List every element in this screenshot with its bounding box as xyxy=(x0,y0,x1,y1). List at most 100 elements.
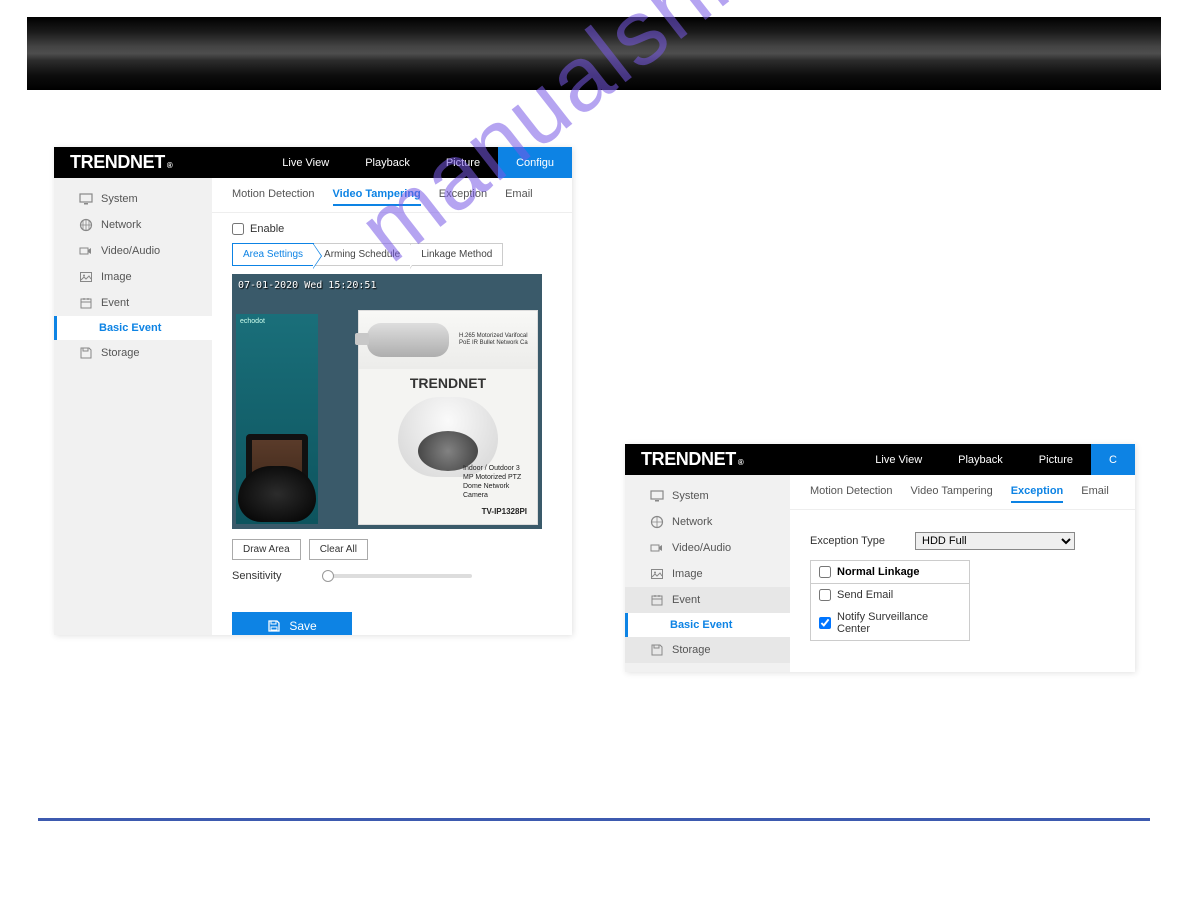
calendar-icon xyxy=(79,296,93,310)
sidebar-item-storage[interactable]: Storage xyxy=(625,637,790,663)
prop-teal-label: echodot xyxy=(236,314,318,329)
tab-motion-detection[interactable]: Motion Detection xyxy=(232,188,315,206)
sensitivity-slider[interactable] xyxy=(322,574,472,578)
draw-area-button[interactable]: Draw Area xyxy=(232,539,301,560)
screenshot-video-tampering: TRENDNET ® Live View Playback Picture Co… xyxy=(54,147,572,635)
seg-arming-schedule[interactable]: Arming Schedule xyxy=(313,243,411,266)
linkage-header-row[interactable]: Normal Linkage xyxy=(811,561,969,584)
save-label: Save xyxy=(289,619,316,633)
sidebar-item-event[interactable]: Event xyxy=(625,587,790,613)
sidebar-item-network[interactable]: Network xyxy=(54,212,212,238)
linkage-row-send-email[interactable]: Send Email xyxy=(811,584,969,606)
image-icon xyxy=(79,270,93,284)
prop-box-model: TV-IP1328PI xyxy=(482,507,527,516)
calendar-icon xyxy=(650,593,664,607)
sidebar-label: Event xyxy=(672,594,700,606)
seg-area-settings[interactable]: Area Settings xyxy=(232,243,314,266)
tab-motion-detection[interactable]: Motion Detection xyxy=(810,485,893,503)
sidebar-item-network[interactable]: Network xyxy=(625,509,790,535)
nav-configuration[interactable]: Configu xyxy=(498,147,572,178)
nav-playback[interactable]: Playback xyxy=(347,147,428,178)
sidebar: System Network Video/Audio Image Event B… xyxy=(625,475,790,672)
page-header-gradient xyxy=(27,17,1161,90)
enable-checkbox-row[interactable]: Enable xyxy=(232,223,552,235)
nav-playback[interactable]: Playback xyxy=(940,444,1021,475)
sidebar-label: Network xyxy=(101,219,141,231)
main-content: Motion Detection Video Tampering Excepti… xyxy=(790,475,1135,672)
sidebar-item-basic-event[interactable]: Basic Event xyxy=(54,316,212,340)
sidebar-label: Video/Audio xyxy=(101,245,160,257)
save-button[interactable]: Save xyxy=(232,612,352,635)
brand-text: TRENDNET xyxy=(70,152,165,173)
sidebar-label: System xyxy=(672,490,709,502)
exception-type-label: Exception Type xyxy=(810,535,885,547)
clear-all-button[interactable]: Clear All xyxy=(309,539,368,560)
exception-type-select[interactable]: HDD Full xyxy=(915,532,1075,550)
prop-teal-box: echodot xyxy=(236,314,318,524)
top-nav: Live View Playback Picture C xyxy=(857,444,1135,475)
prop-box-brand: TRENDNET xyxy=(359,369,537,393)
sidebar-item-video-audio[interactable]: Video/Audio xyxy=(625,535,790,561)
sidebar-item-event[interactable]: Event xyxy=(54,290,212,316)
tab-email[interactable]: Email xyxy=(1081,485,1109,503)
prop-black-device xyxy=(238,466,316,522)
notify-surveillance-checkbox[interactable] xyxy=(819,617,831,629)
save-icon xyxy=(650,643,664,657)
segment-tabs: Area Settings Arming Schedule Linkage Me… xyxy=(232,243,552,266)
tab-email[interactable]: Email xyxy=(505,188,533,206)
prop-bullet-cam xyxy=(367,323,449,357)
sidebar-item-video-audio[interactable]: Video/Audio xyxy=(54,238,212,264)
video-preview[interactable]: 07-01-2020 Wed 15:20:51 echodot H.265 Mo… xyxy=(232,274,542,529)
tab-exception[interactable]: Exception xyxy=(1011,485,1064,503)
save-disk-icon xyxy=(267,619,281,633)
prop-box-desc: Indoor / Outdoor 3 MP Motorized PTZ Dome… xyxy=(455,464,531,500)
monitor-icon xyxy=(79,192,93,206)
sidebar-item-image[interactable]: Image xyxy=(54,264,212,290)
sensitivity-slider-thumb[interactable] xyxy=(322,570,334,582)
screenshot-exception: TRENDNET ® Live View Playback Picture C … xyxy=(625,444,1135,672)
linkage-table: Normal Linkage Send Email Notify Surveil… xyxy=(810,560,970,641)
enable-checkbox[interactable] xyxy=(232,223,244,235)
send-email-checkbox[interactable] xyxy=(819,589,831,601)
notify-surveillance-label: Notify Surveillance Center xyxy=(837,611,961,635)
sidebar-item-image[interactable]: Image xyxy=(625,561,790,587)
tab-exception[interactable]: Exception xyxy=(439,188,487,206)
nav-configuration[interactable]: C xyxy=(1091,444,1135,475)
image-icon xyxy=(650,567,664,581)
sidebar-item-storage[interactable]: Storage xyxy=(54,340,212,366)
sidebar-item-system[interactable]: System xyxy=(54,186,212,212)
normal-linkage-checkbox[interactable] xyxy=(819,566,831,578)
brand-text: TRENDNET xyxy=(641,449,736,470)
nav-picture[interactable]: Picture xyxy=(428,147,498,178)
save-icon xyxy=(79,346,93,360)
nav-live-view[interactable]: Live View xyxy=(857,444,940,475)
prop-product-box: H.265 Motorized Varifocal PoE IR Bullet … xyxy=(358,310,538,525)
tab-video-tampering[interactable]: Video Tampering xyxy=(911,485,993,503)
globe-icon xyxy=(79,218,93,232)
sidebar-label: Video/Audio xyxy=(672,542,731,554)
sub-tab-bar: Motion Detection Video Tampering Excepti… xyxy=(790,475,1135,510)
seg-linkage-method[interactable]: Linkage Method xyxy=(410,243,503,266)
sidebar-item-system[interactable]: System xyxy=(625,483,790,509)
normal-linkage-label: Normal Linkage xyxy=(837,566,920,578)
sidebar-label: Image xyxy=(101,271,132,283)
main-content: Motion Detection Video Tampering Excepti… xyxy=(212,178,572,635)
top-bar: TRENDNET ® Live View Playback Picture C xyxy=(625,444,1135,475)
nav-picture[interactable]: Picture xyxy=(1021,444,1091,475)
top-nav: Live View Playback Picture Configu xyxy=(264,147,572,178)
brand-logo: TRENDNET ® xyxy=(54,152,188,173)
sidebar-label: Event xyxy=(101,297,129,309)
linkage-row-notify[interactable]: Notify Surveillance Center xyxy=(811,606,969,640)
tab-video-tampering[interactable]: Video Tampering xyxy=(333,188,421,206)
brand-regmark: ® xyxy=(738,458,744,467)
video-audio-icon xyxy=(650,541,664,555)
video-audio-icon xyxy=(79,244,93,258)
nav-live-view[interactable]: Live View xyxy=(264,147,347,178)
enable-label: Enable xyxy=(250,223,284,235)
top-bar: TRENDNET ® Live View Playback Picture Co… xyxy=(54,147,572,178)
sidebar-label: Storage xyxy=(672,644,711,656)
sensitivity-label: Sensitivity xyxy=(232,570,282,582)
sidebar-item-basic-event[interactable]: Basic Event xyxy=(625,613,790,637)
globe-icon xyxy=(650,515,664,529)
sidebar-label: Storage xyxy=(101,347,140,359)
